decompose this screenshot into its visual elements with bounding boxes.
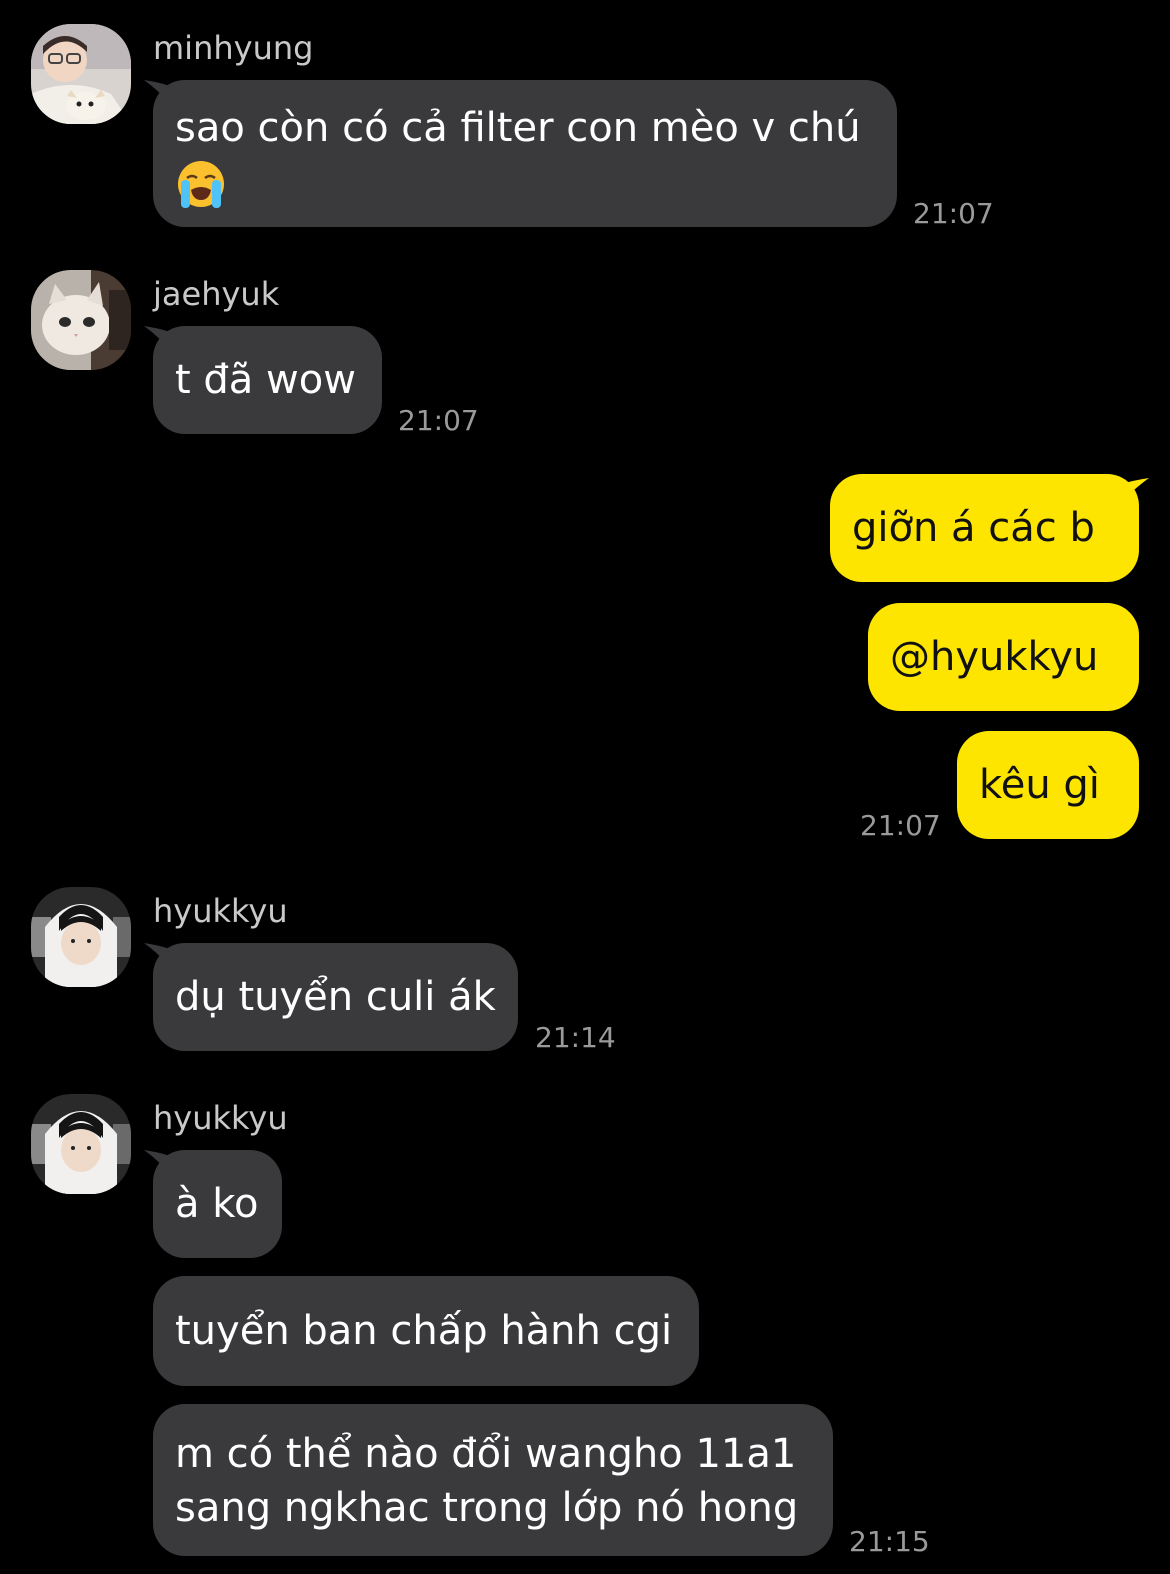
avatar-hyukkyu[interactable]	[31, 1094, 131, 1194]
message-bubble[interactable]: t đã wow	[153, 326, 382, 434]
avatar-hyukkyu[interactable]	[31, 887, 131, 987]
avatar-jaehyuk[interactable]	[31, 270, 131, 370]
user-avatar-hyukkyu-icon	[31, 1094, 131, 1194]
outgoing-message-bubble[interactable]: kêu gì	[957, 731, 1139, 839]
message-timestamp: 21:07	[860, 809, 941, 842]
message-bubble[interactable]: à ko	[153, 1150, 282, 1258]
message-text: à ko	[175, 1181, 259, 1227]
message-text: kêu gì	[979, 762, 1100, 808]
message-bubble[interactable]: tuyển ban chấp hành cgi	[153, 1276, 699, 1386]
outgoing-message-bubble[interactable]: giỡn á các b	[830, 474, 1139, 582]
user-avatar-minhyung-icon	[31, 24, 131, 124]
message-text: sao còn có cả filter con mèo v chú	[175, 105, 861, 151]
message-text: m có thể nào đổi wangho 11a1	[175, 1431, 797, 1477]
message-text: sang ngkhac trong lớp nó hong	[175, 1485, 799, 1531]
sender-name: hyukkyu	[153, 1099, 288, 1137]
message-bubble[interactable]: m có thể nào đổi wangho 11a1 sang ngkhac…	[153, 1404, 833, 1556]
outgoing-message-bubble[interactable]: @hyukkyu	[868, 603, 1139, 711]
loudly-crying-face-icon	[178, 161, 224, 208]
message-text: giỡn á các b	[852, 505, 1095, 551]
sender-name: hyukkyu	[153, 892, 288, 930]
message-text: @hyukkyu	[890, 634, 1099, 680]
user-avatar-hyukkyu-icon	[31, 887, 131, 987]
message-bubble[interactable]: sao còn có cả filter con mèo v chú	[153, 80, 897, 227]
sender-name: jaehyuk	[153, 275, 280, 313]
user-avatar-jaehyuk-cat-icon	[31, 270, 131, 370]
message-timestamp: 21:15	[849, 1525, 930, 1558]
message-text: tuyển ban chấp hành cgi	[175, 1308, 673, 1354]
avatar-minhyung[interactable]	[31, 24, 131, 124]
sender-name: minhyung	[153, 29, 314, 67]
message-timestamp: 21:14	[535, 1021, 616, 1054]
message-timestamp: 21:07	[398, 404, 479, 437]
message-bubble[interactable]: dụ tuyển culi ák	[153, 943, 518, 1051]
message-text: t đã wow	[175, 357, 356, 403]
message-text: dụ tuyển culi ák	[175, 974, 496, 1020]
message-timestamp: 21:07	[913, 197, 994, 230]
